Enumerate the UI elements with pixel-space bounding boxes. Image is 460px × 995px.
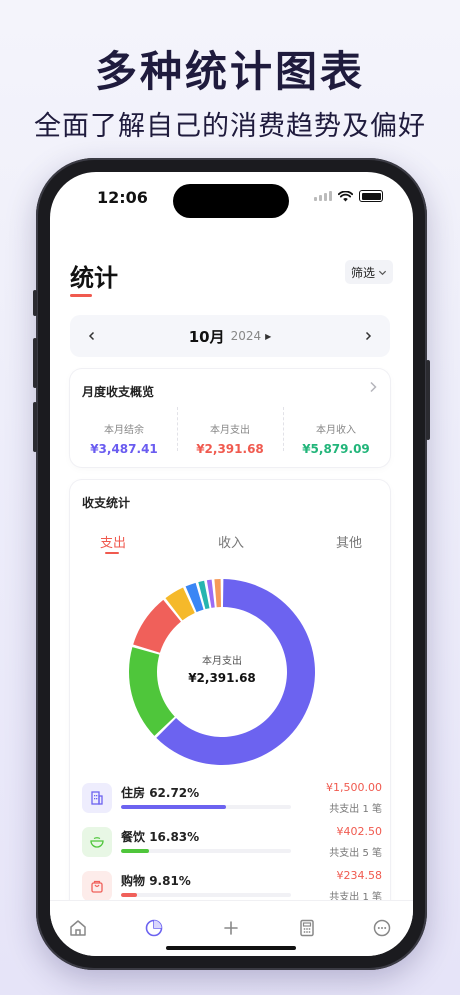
power-button (426, 360, 430, 440)
month-label[interactable]: 10月 (189, 326, 225, 347)
plus-icon[interactable] (220, 917, 242, 939)
bowl-icon (82, 827, 112, 857)
category-name: 餐饮 16.83% (121, 830, 200, 844)
balance-summary: 本月结余 ¥3,487.41 (71, 421, 177, 456)
category-progress-fill (121, 893, 138, 897)
income-label: 本月收入 (316, 425, 356, 436)
balance-value: ¥3,487.41 (90, 442, 158, 456)
home-icon[interactable] (67, 917, 89, 939)
more-icon[interactable] (371, 917, 393, 939)
title-underline (70, 294, 92, 297)
volume-down-button (33, 402, 37, 452)
donut-center: 本月支出 ¥2,391.68 (122, 652, 322, 685)
category-progress (121, 849, 291, 853)
prev-month-button[interactable] (82, 326, 102, 346)
category-amount: ¥234.58 (336, 869, 383, 882)
signal-icon (314, 191, 332, 201)
balance-label: 本月结余 (104, 425, 144, 436)
stats-tabs: 支出 收入 其他 (70, 532, 390, 554)
donut-center-value: ¥2,391.68 (188, 671, 256, 685)
promo-subtitle: 全面了解自己的消费趋势及偏好 (34, 111, 426, 142)
app-screen: 12:06 统计 筛选 10月 2024 ▶ 月度收支概览 本月结余 ¥3,48… (50, 172, 413, 956)
tab-expense[interactable]: 支出 (100, 532, 126, 551)
monthly-overview-title: 月度收支概览 (82, 385, 155, 399)
building-icon (82, 783, 112, 813)
tab-income[interactable]: 收入 (218, 532, 244, 551)
category-name: 住房 62.72% (121, 786, 200, 800)
wifi-icon (338, 190, 353, 201)
tab-other[interactable]: 其他 (336, 532, 362, 551)
filter-button[interactable]: 筛选 (344, 260, 393, 284)
filter-label: 筛选 (350, 265, 375, 280)
calculator-icon[interactable] (296, 917, 318, 939)
category-row-housing[interactable]: 住房 62.72% ¥1,500.00 共支出 1 笔 (82, 781, 382, 823)
category-count: 共支出 1 笔 (329, 804, 382, 815)
expense-label: 本月支出 (210, 425, 250, 436)
income-value: ¥5,879.09 (302, 442, 370, 456)
donut-chart[interactable]: 本月支出 ¥2,391.68 (122, 572, 322, 772)
category-amount: ¥402.50 (336, 825, 383, 838)
battery-icon (359, 190, 383, 202)
category-progress-fill (121, 805, 227, 809)
monthly-overview-card[interactable]: 月度收支概览 本月结余 ¥3,487.41 本月支出 ¥2,391.68 本月收… (70, 369, 390, 467)
caret-right-icon: ▶ (265, 331, 272, 341)
chevron-right-icon (368, 381, 378, 397)
category-count: 共支出 5 笔 (329, 848, 382, 859)
chevron-left-icon (88, 331, 95, 341)
home-indicator (166, 946, 296, 950)
category-name: 购物 9.81% (121, 874, 191, 888)
stats-card: 收支统计 支出 收入 其他 本月支出 ¥2,391.68 住房 62.72% ¥… (70, 480, 390, 940)
tab-indicator (105, 552, 119, 554)
status-icons (314, 190, 383, 202)
phone-frame: 12:06 统计 筛选 10月 2024 ▶ 月度收支概览 本月结余 ¥3,48… (33, 158, 430, 970)
chevron-down-icon (378, 270, 387, 275)
year-label[interactable]: 2024 (231, 329, 262, 343)
category-progress (121, 893, 291, 897)
promo-title: 多种统计图表 (94, 47, 365, 96)
category-amount: ¥1,500.00 (326, 781, 382, 794)
page-title: 统计 (70, 264, 118, 292)
next-month-button[interactable] (358, 326, 378, 346)
category-progress (121, 805, 291, 809)
chevron-right-icon (365, 331, 372, 341)
month-selector: 10月 2024 ▶ (70, 315, 390, 357)
category-row-dining[interactable]: 餐饮 16.83% ¥402.50 共支出 5 笔 (82, 825, 382, 867)
bag-icon (82, 871, 112, 901)
dynamic-island (173, 184, 289, 218)
category-progress-fill (121, 849, 150, 853)
expense-summary: 本月支出 ¥2,391.68 (177, 421, 283, 456)
status-time: 12:06 (97, 188, 148, 207)
mute-switch (33, 290, 37, 316)
donut-slice-7[interactable] (214, 579, 222, 608)
donut-center-label: 本月支出 (202, 656, 242, 667)
stats-title: 收支统计 (82, 496, 131, 510)
income-summary: 本月收入 ¥5,879.09 (283, 421, 389, 456)
volume-up-button (33, 338, 37, 388)
expense-value: ¥2,391.68 (196, 442, 264, 456)
chart-icon[interactable] (143, 917, 165, 939)
